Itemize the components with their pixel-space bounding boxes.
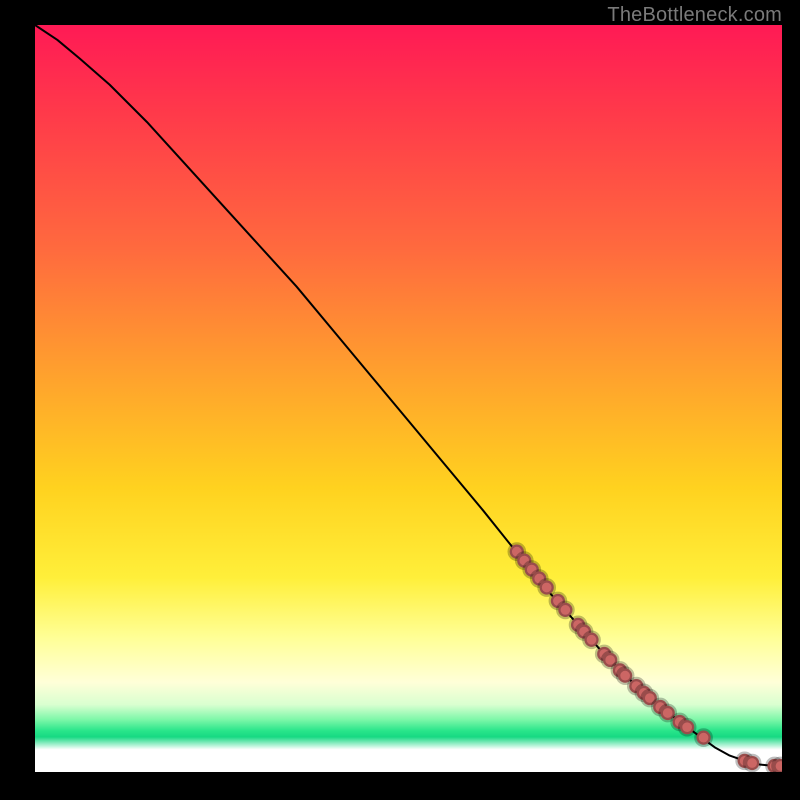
data-marker xyxy=(558,603,572,617)
watermark-text: TheBottleneck.com xyxy=(607,4,782,27)
data-marker xyxy=(745,756,759,770)
data-marker xyxy=(696,731,710,745)
chart-overlay xyxy=(35,25,782,772)
bottleneck-curve xyxy=(35,25,782,766)
chart-stage: TheBottleneck.com xyxy=(0,0,800,800)
data-marker xyxy=(540,580,554,594)
data-marker xyxy=(680,720,694,734)
data-marker xyxy=(773,759,782,772)
data-marker xyxy=(584,633,598,647)
plot-area xyxy=(35,25,782,772)
marker-group xyxy=(510,545,782,772)
